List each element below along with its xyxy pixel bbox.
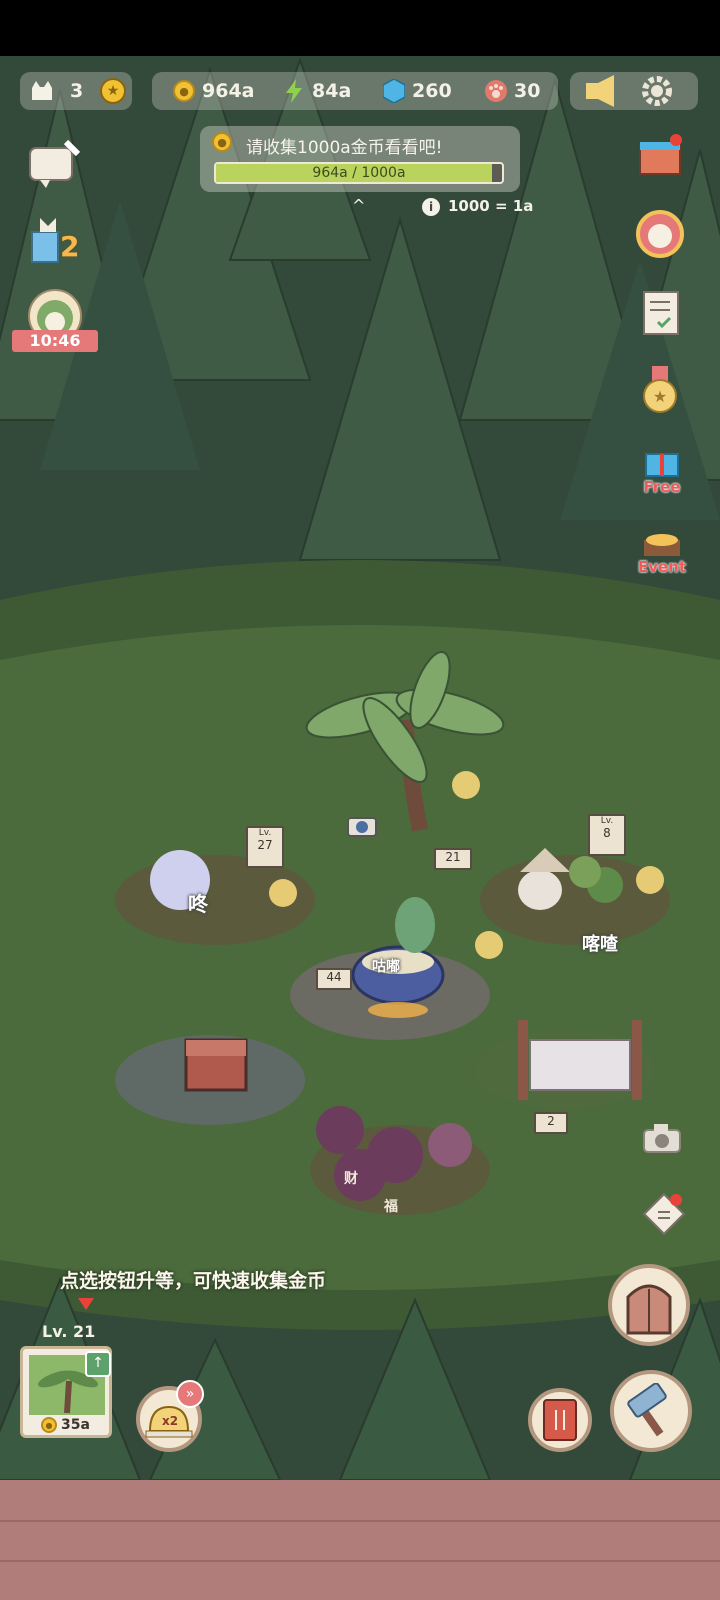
cat-count-value: 3 [70, 80, 84, 102]
arrow-down-icon [78, 1298, 94, 1310]
treasure-shop-icon[interactable] [634, 128, 690, 184]
quest-progress-label: 964a / 1000a [312, 165, 406, 181]
coin-icon: ● [172, 79, 196, 103]
gem-value: 260 [412, 80, 452, 102]
upgrade-card[interactable]: ↑ ● 35a [20, 1346, 112, 1438]
star-medal-icon[interactable]: ★ [634, 364, 690, 420]
energy-value: 84a [312, 80, 352, 102]
station-level-sign[interactable]: Lv. 8 [588, 814, 626, 856]
station-number-sign[interactable]: 44 [316, 968, 352, 990]
chat-icon[interactable] [26, 136, 82, 192]
coin-icon: ● [41, 1417, 57, 1433]
quest-banner[interactable]: ● 请收集1000a金币看看吧! 964a / 1000a [200, 126, 520, 192]
upgrade-cost: ● 35a [41, 1417, 90, 1433]
build-hammer-button[interactable] [610, 1370, 692, 1452]
cat-count: 3 [30, 76, 83, 106]
free-label: Free [643, 478, 681, 496]
paw-value: 30 [514, 80, 541, 102]
cat-icon [30, 79, 54, 103]
info-icon[interactable]: i [422, 198, 440, 216]
coin-value: 964a [202, 80, 255, 102]
upgrade-level: Lv. 21 [42, 1322, 96, 1341]
level-prefix: Lv. [258, 828, 272, 838]
frog-cat-timer[interactable]: 10:46 [12, 286, 98, 356]
station-level-sign[interactable]: Lv. 27 [246, 826, 284, 868]
coin-icon: ● [212, 132, 232, 152]
treasure-pot-icon [644, 534, 680, 556]
paw-stat: 30 [484, 76, 540, 106]
station-level: 27 [257, 838, 273, 852]
gear-icon[interactable] [640, 74, 674, 108]
lightning-icon [282, 79, 306, 103]
upgrade-hint: 点选按钮升等，可快速收集金币 [60, 1270, 327, 1292]
recipe-book-button[interactable] [528, 1388, 592, 1452]
wooden-floor [0, 1480, 720, 1600]
door-icon [626, 1284, 672, 1335]
gift-icon [645, 453, 679, 477]
countdown-timer: 10:46 [12, 330, 98, 352]
sound-bubble: 喀喳 [582, 934, 618, 955]
game-scene: 3 ★ ● 964a 84a 260 30 ● 请收集1000a金币看看吧! 9… [0, 0, 720, 1600]
gift-cat-icon[interactable]: 2 [26, 212, 82, 268]
paw-icon [484, 79, 508, 103]
speed-multiplier: x2 [162, 1414, 179, 1428]
recipe-book-icon [543, 1399, 577, 1441]
event-button[interactable]: Event [634, 526, 690, 582]
fast-forward-icon[interactable]: » [176, 1380, 204, 1408]
quest-text: 请收集1000a金币看看吧! [246, 138, 443, 158]
event-label: Event [637, 558, 687, 576]
speaker-icon[interactable] [584, 74, 624, 108]
cat-profile-icon[interactable] [634, 206, 690, 262]
sound-bubble: 咚 [188, 892, 208, 916]
coin-rate: 1000 = 1a [448, 197, 534, 215]
door-button[interactable] [608, 1264, 690, 1346]
station-number-sign[interactable]: 2 [534, 1112, 568, 1134]
station-level: 8 [603, 826, 611, 840]
task-list-icon[interactable] [634, 286, 690, 342]
coin-stat: ● 964a [172, 76, 254, 106]
sound-bubble: 咕嘟 [372, 959, 400, 975]
jar-label: 福 [384, 1199, 398, 1215]
badge-number: 2 [60, 230, 80, 263]
hammer-icon [627, 1383, 667, 1437]
level-prefix: Lv. [600, 816, 614, 826]
gem-icon [382, 79, 406, 103]
gem-stat: 260 [382, 76, 452, 106]
notes-icon[interactable] [640, 1190, 688, 1238]
jar-label: 财 [344, 1171, 358, 1187]
chevron-up-icon[interactable]: ^ [352, 196, 365, 215]
energy-stat: 84a [282, 76, 351, 106]
free-gift-button[interactable]: Free [634, 444, 690, 500]
camera-station-icon[interactable] [346, 812, 378, 838]
upgrade-cost-value: 35a [61, 1417, 90, 1433]
camera-icon[interactable] [642, 1122, 682, 1154]
station-number-sign[interactable]: 21 [434, 848, 472, 870]
star-icon[interactable]: ★ [100, 78, 126, 104]
svg-text:★: ★ [653, 387, 667, 406]
upgrade-arrow-icon: ↑ [85, 1351, 111, 1377]
quest-progress-bar: 964a / 1000a [214, 162, 504, 184]
